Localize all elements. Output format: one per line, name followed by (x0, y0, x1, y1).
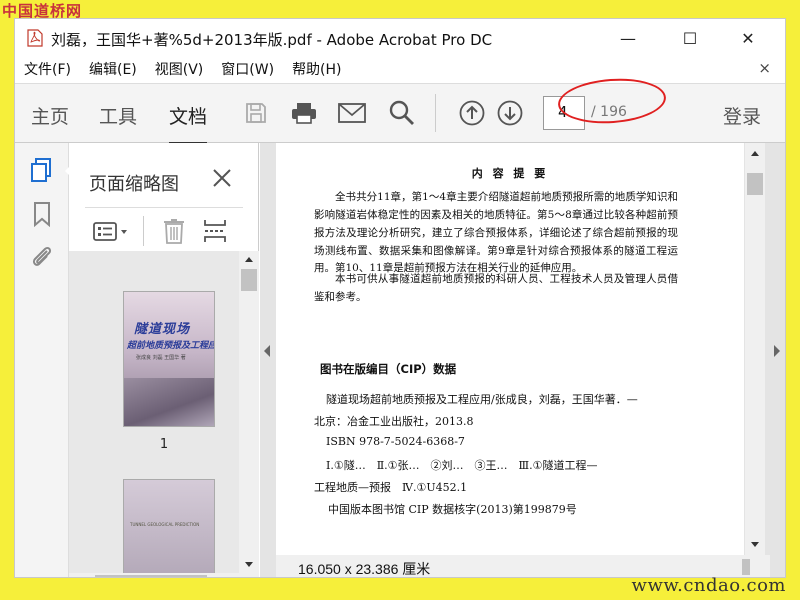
cip-line: 北京：冶金工业出版社，2013.8 (314, 415, 474, 428)
print-icon[interactable] (289, 98, 319, 128)
thumb-cover-subtitle: 超前地质预报及工程应用 (127, 341, 214, 351)
email-icon[interactable] (337, 98, 367, 128)
toolbar-divider (435, 94, 436, 132)
search-icon[interactable] (387, 98, 417, 128)
summary-paragraph-2: 本书可供从事隧道超前地质预报的科研人员、工程技术人员及管理人员借鉴和参考。 (314, 273, 678, 303)
cip-line: ISBN 978-7-5024-6368-7 (326, 435, 465, 448)
summary-paragraph-1: 全书共分11章，第1～4章主要介绍隧道超前地质预报所需的地质学知识和影响隧道岩体… (314, 191, 678, 275)
collapse-left-icon[interactable] (264, 345, 270, 357)
tools-divider (143, 216, 144, 246)
page-thumbnail-1[interactable]: 隧道现场 超前地质预报及工程应用 张成良 刘磊 王国华 著 (123, 291, 215, 427)
thumbnail-hscrollbar[interactable] (69, 573, 259, 577)
acrobat-window: 刘磊，王国华+著%5d+2013年版.pdf - Adobe Acrobat P… (14, 18, 786, 578)
thumbnails-panel: 页面缩略图 隧道现场 超前地质预报及工程 张成良 刘磊 王国华 著 1 TUNN… (69, 143, 259, 577)
thumb-cover-title: 隧道现场 (134, 322, 191, 337)
window-title: 刘磊，王国华+著%5d+2013年版.pdf - Adobe Acrobat P… (51, 31, 493, 49)
cip-line: Ⅰ.①隧… Ⅱ.①张… ②刘… ③王… Ⅲ.①隧道工程— (326, 459, 598, 472)
minimize-button[interactable]: — (617, 27, 639, 49)
scroll-up-icon[interactable] (751, 151, 759, 156)
attachment-icon[interactable] (29, 243, 55, 269)
menu-help[interactable]: 帮助(H) (292, 59, 341, 79)
summary-heading: 内 容 提 要 (471, 167, 549, 180)
close-panel-icon[interactable] (211, 167, 233, 189)
next-page-icon[interactable] (495, 98, 525, 128)
hscrollbar-thumb[interactable] (95, 575, 207, 577)
tab-tools[interactable]: 工具 (99, 102, 137, 129)
page-thumbnail-2[interactable]: TUNNEL GEOLOGICAL PREDICTION (123, 479, 215, 573)
pdf-page: 内 容 提 要 全书共分11章，第1～4章主要介绍隧道超前地质预报所需的地质学知… (276, 143, 744, 555)
cip-line: 隧道现场超前地质预报及工程应用/张成良，刘磊，王国华著．— (326, 393, 638, 406)
scroll-down-icon[interactable] (751, 542, 759, 547)
insert-page-icon[interactable] (203, 218, 227, 244)
menu-window[interactable]: 窗口(W) (221, 59, 274, 79)
watermark-bottom: www.cndao.com (631, 575, 786, 596)
title-bar: 刘磊，王国华+著%5d+2013年版.pdf - Adobe Acrobat P… (15, 19, 785, 57)
maximize-button[interactable]: ☐ (679, 27, 701, 49)
thumbnail-tools (85, 207, 243, 249)
options-menu-icon[interactable] (93, 222, 131, 242)
close-button[interactable]: ✕ (737, 27, 759, 49)
hscrollbar-thumb[interactable] (742, 559, 750, 575)
menu-bar: 文件(F) 编辑(E) 视图(V) 窗口(W) 帮助(H) (15, 57, 785, 81)
page-thumbnails-icon[interactable] (29, 157, 55, 183)
cip-line: 中国版本图书馆 CIP 数据核字(2013)第199879号 (328, 503, 577, 516)
save-icon[interactable] (241, 98, 271, 128)
thumbnail-scrollbar[interactable] (239, 251, 259, 573)
bookmark-icon[interactable] (29, 201, 55, 227)
thumb-cover-image (124, 378, 214, 426)
document-scrollbar[interactable] (745, 143, 765, 555)
expand-right-icon[interactable] (774, 345, 780, 357)
main-toolbar: 主页 工具 文档 4 / 196 登录 (15, 83, 785, 145)
previous-page-icon[interactable] (457, 98, 487, 128)
thumbnail-label: 1 (159, 437, 169, 452)
menu-view[interactable]: 视图(V) (155, 59, 204, 79)
thumb-cover-authors: 张成良 刘磊 王国华 著 (136, 355, 186, 361)
panel-title: 页面缩略图 (89, 174, 179, 195)
document-view[interactable]: 内 容 提 要 全书共分11章，第1～4章主要介绍隧道超前地质预报所需的地质学知… (260, 143, 785, 577)
page-size-status: 16.050 x 23.386 厘米 (276, 555, 500, 577)
cip-title: 图书在版编目（CIP）数据 (320, 362, 457, 376)
delete-page-icon[interactable] (163, 218, 185, 244)
menu-file[interactable]: 文件(F) (24, 59, 71, 79)
cip-line: 工程地质—预报 Ⅳ.①U452.1 (314, 481, 468, 494)
scroll-down-icon[interactable] (245, 562, 253, 567)
page-number-input[interactable]: 4 (543, 96, 585, 130)
menu-edit[interactable]: 编辑(E) (89, 59, 137, 79)
thumb-page-text: TUNNEL GEOLOGICAL PREDICTION (130, 522, 200, 527)
login-button[interactable]: 登录 (723, 102, 761, 129)
scroll-up-icon[interactable] (245, 257, 253, 262)
page-total: / 196 (591, 104, 627, 120)
pdf-file-icon (27, 29, 43, 47)
scrollbar-thumb[interactable] (747, 173, 763, 195)
scrollbar-thumb[interactable] (241, 269, 257, 291)
close-document-button[interactable]: × (758, 59, 771, 77)
thumbnail-list[interactable]: 隧道现场 超前地质预报及工程应用 张成良 刘磊 王国华 著 1 TUNNEL G… (69, 251, 259, 573)
navigation-rail (15, 143, 71, 577)
tab-document[interactable]: 文档 (169, 102, 208, 145)
tab-home[interactable]: 主页 (31, 102, 69, 129)
